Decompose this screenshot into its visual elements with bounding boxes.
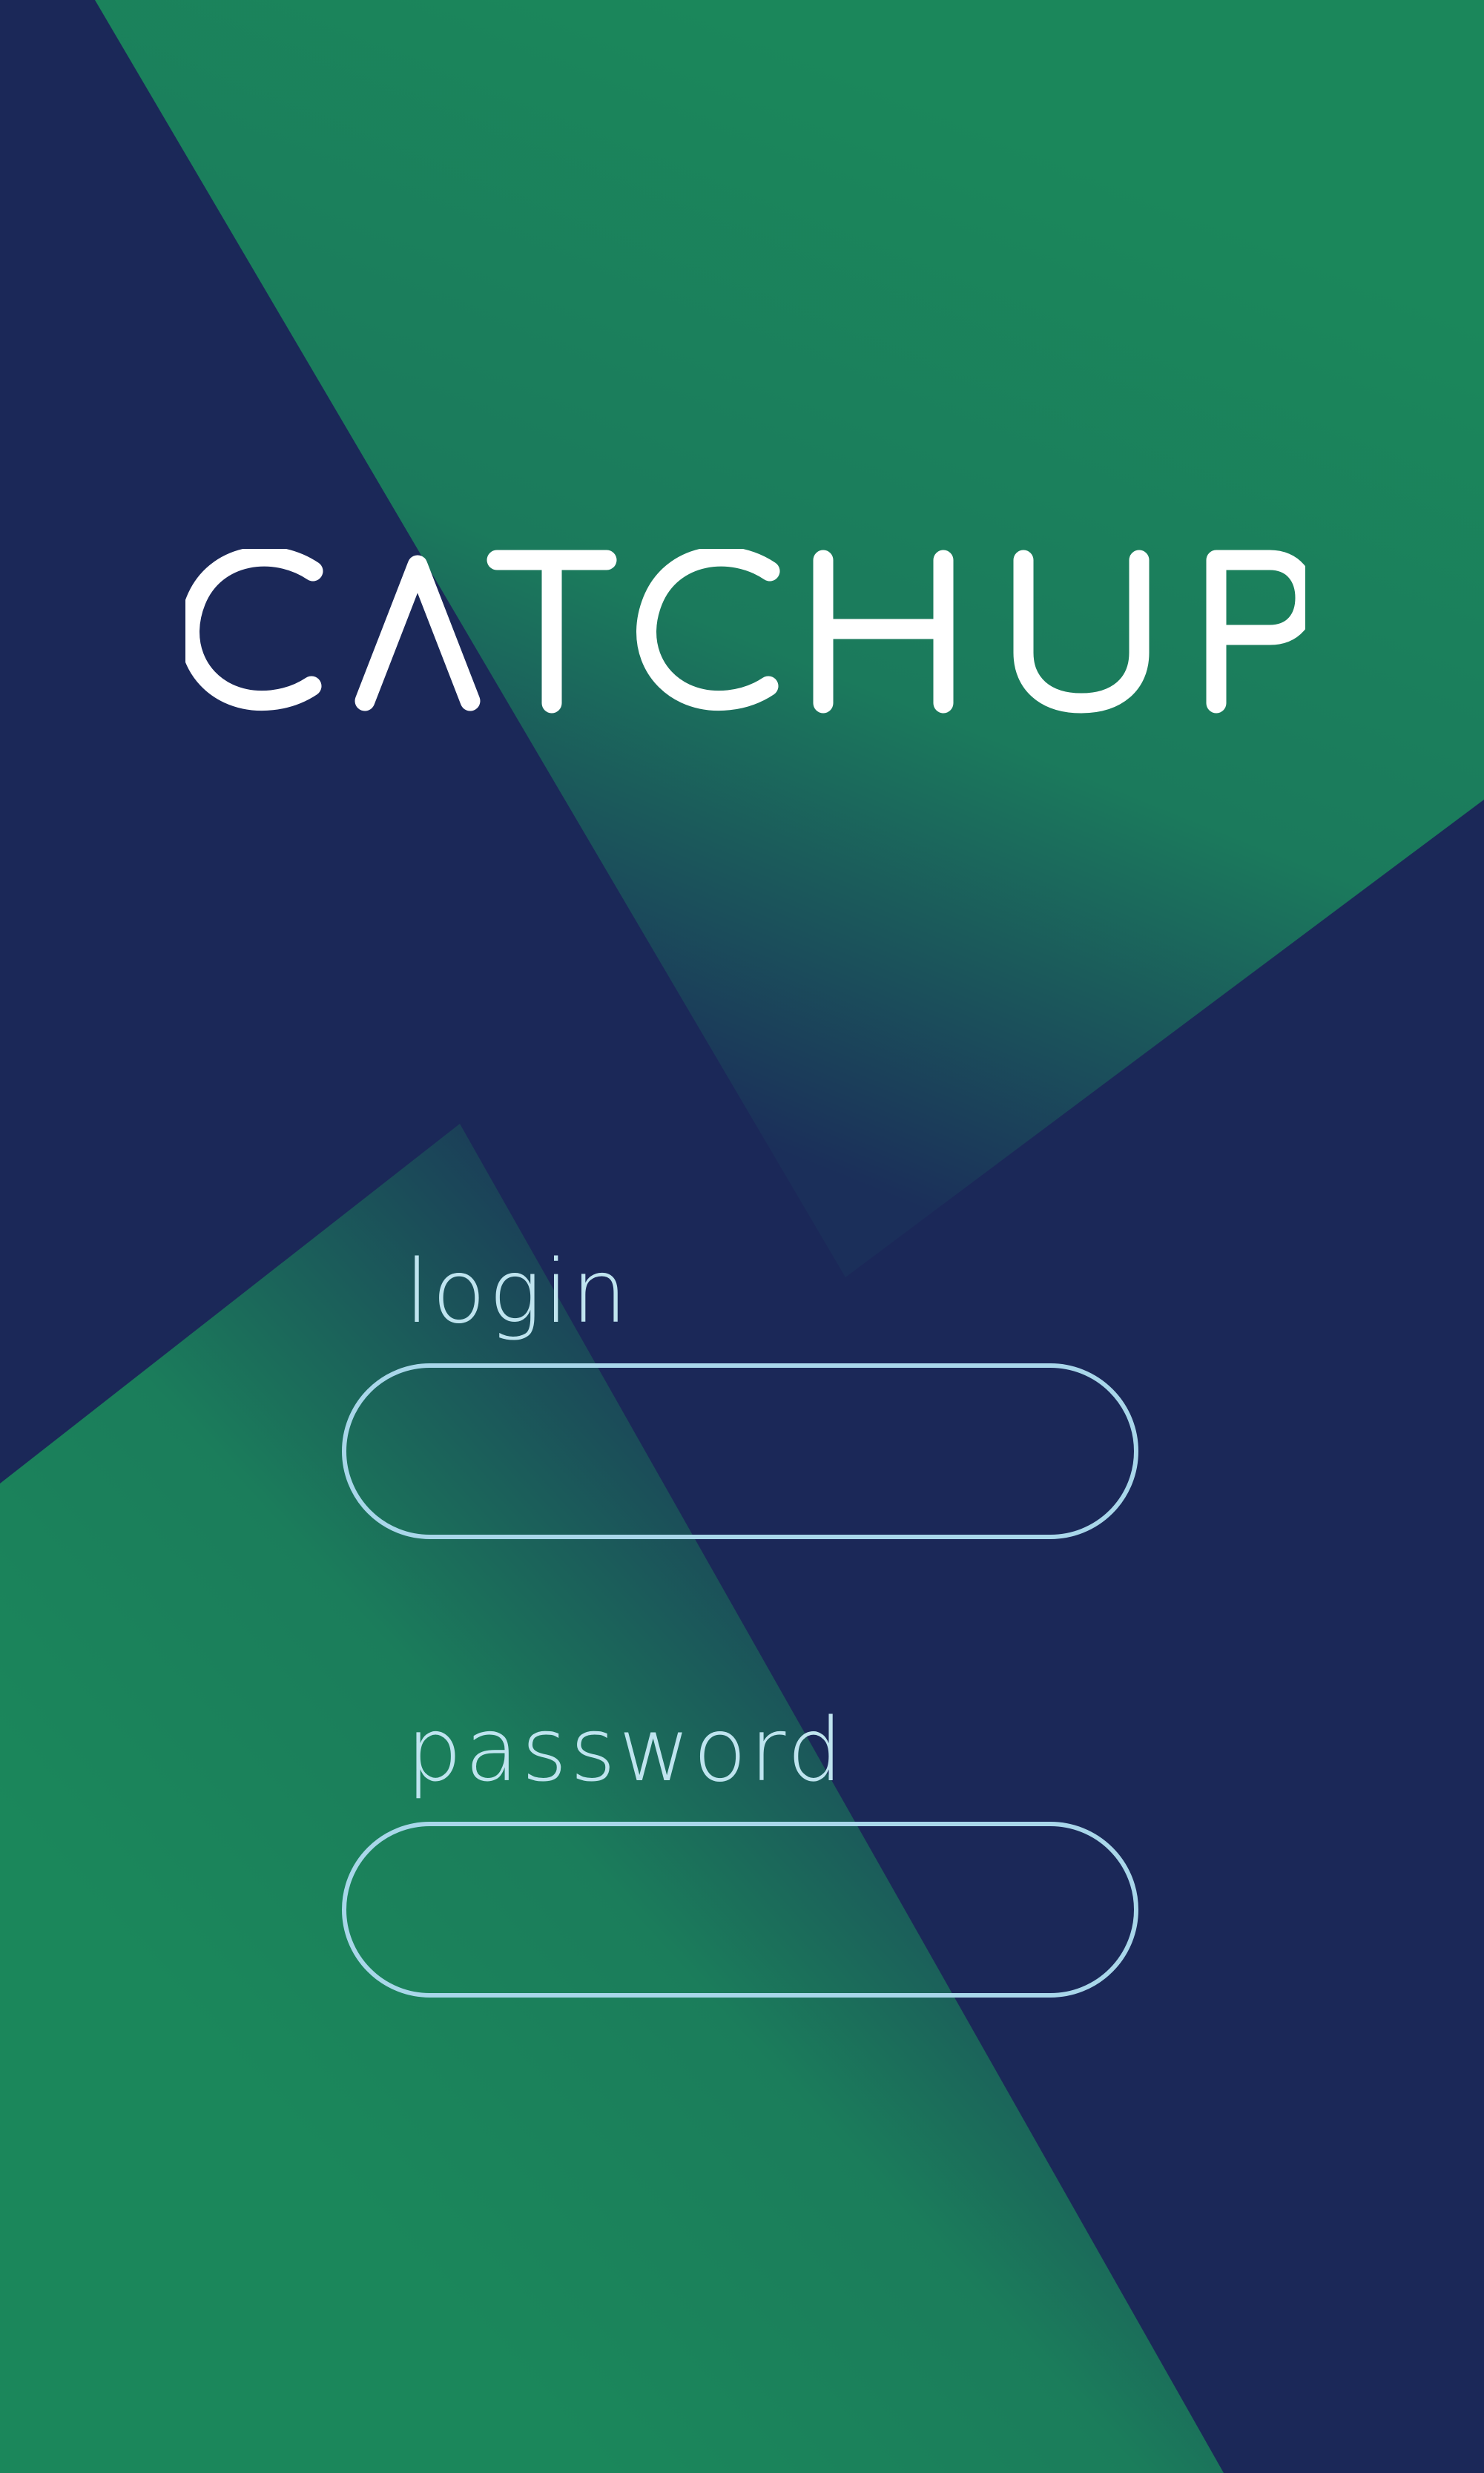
login-screen: login password	[0, 0, 1484, 2473]
catchup-logo	[185, 549, 1305, 719]
logo-letter-c1	[185, 549, 323, 711]
logo-letter-h	[813, 550, 954, 714]
logo-letter-t	[487, 550, 617, 714]
logo-letter-c2	[636, 549, 780, 711]
login-input[interactable]	[342, 1363, 1138, 1539]
password-label: password	[406, 1699, 846, 1801]
logo-letter-u	[1013, 550, 1150, 714]
background-shapes	[0, 0, 1484, 2473]
logo-letter-a	[354, 555, 481, 711]
password-input[interactable]	[342, 1822, 1138, 1998]
login-label: login	[405, 1240, 630, 1343]
logo-letter-p	[1206, 550, 1305, 714]
